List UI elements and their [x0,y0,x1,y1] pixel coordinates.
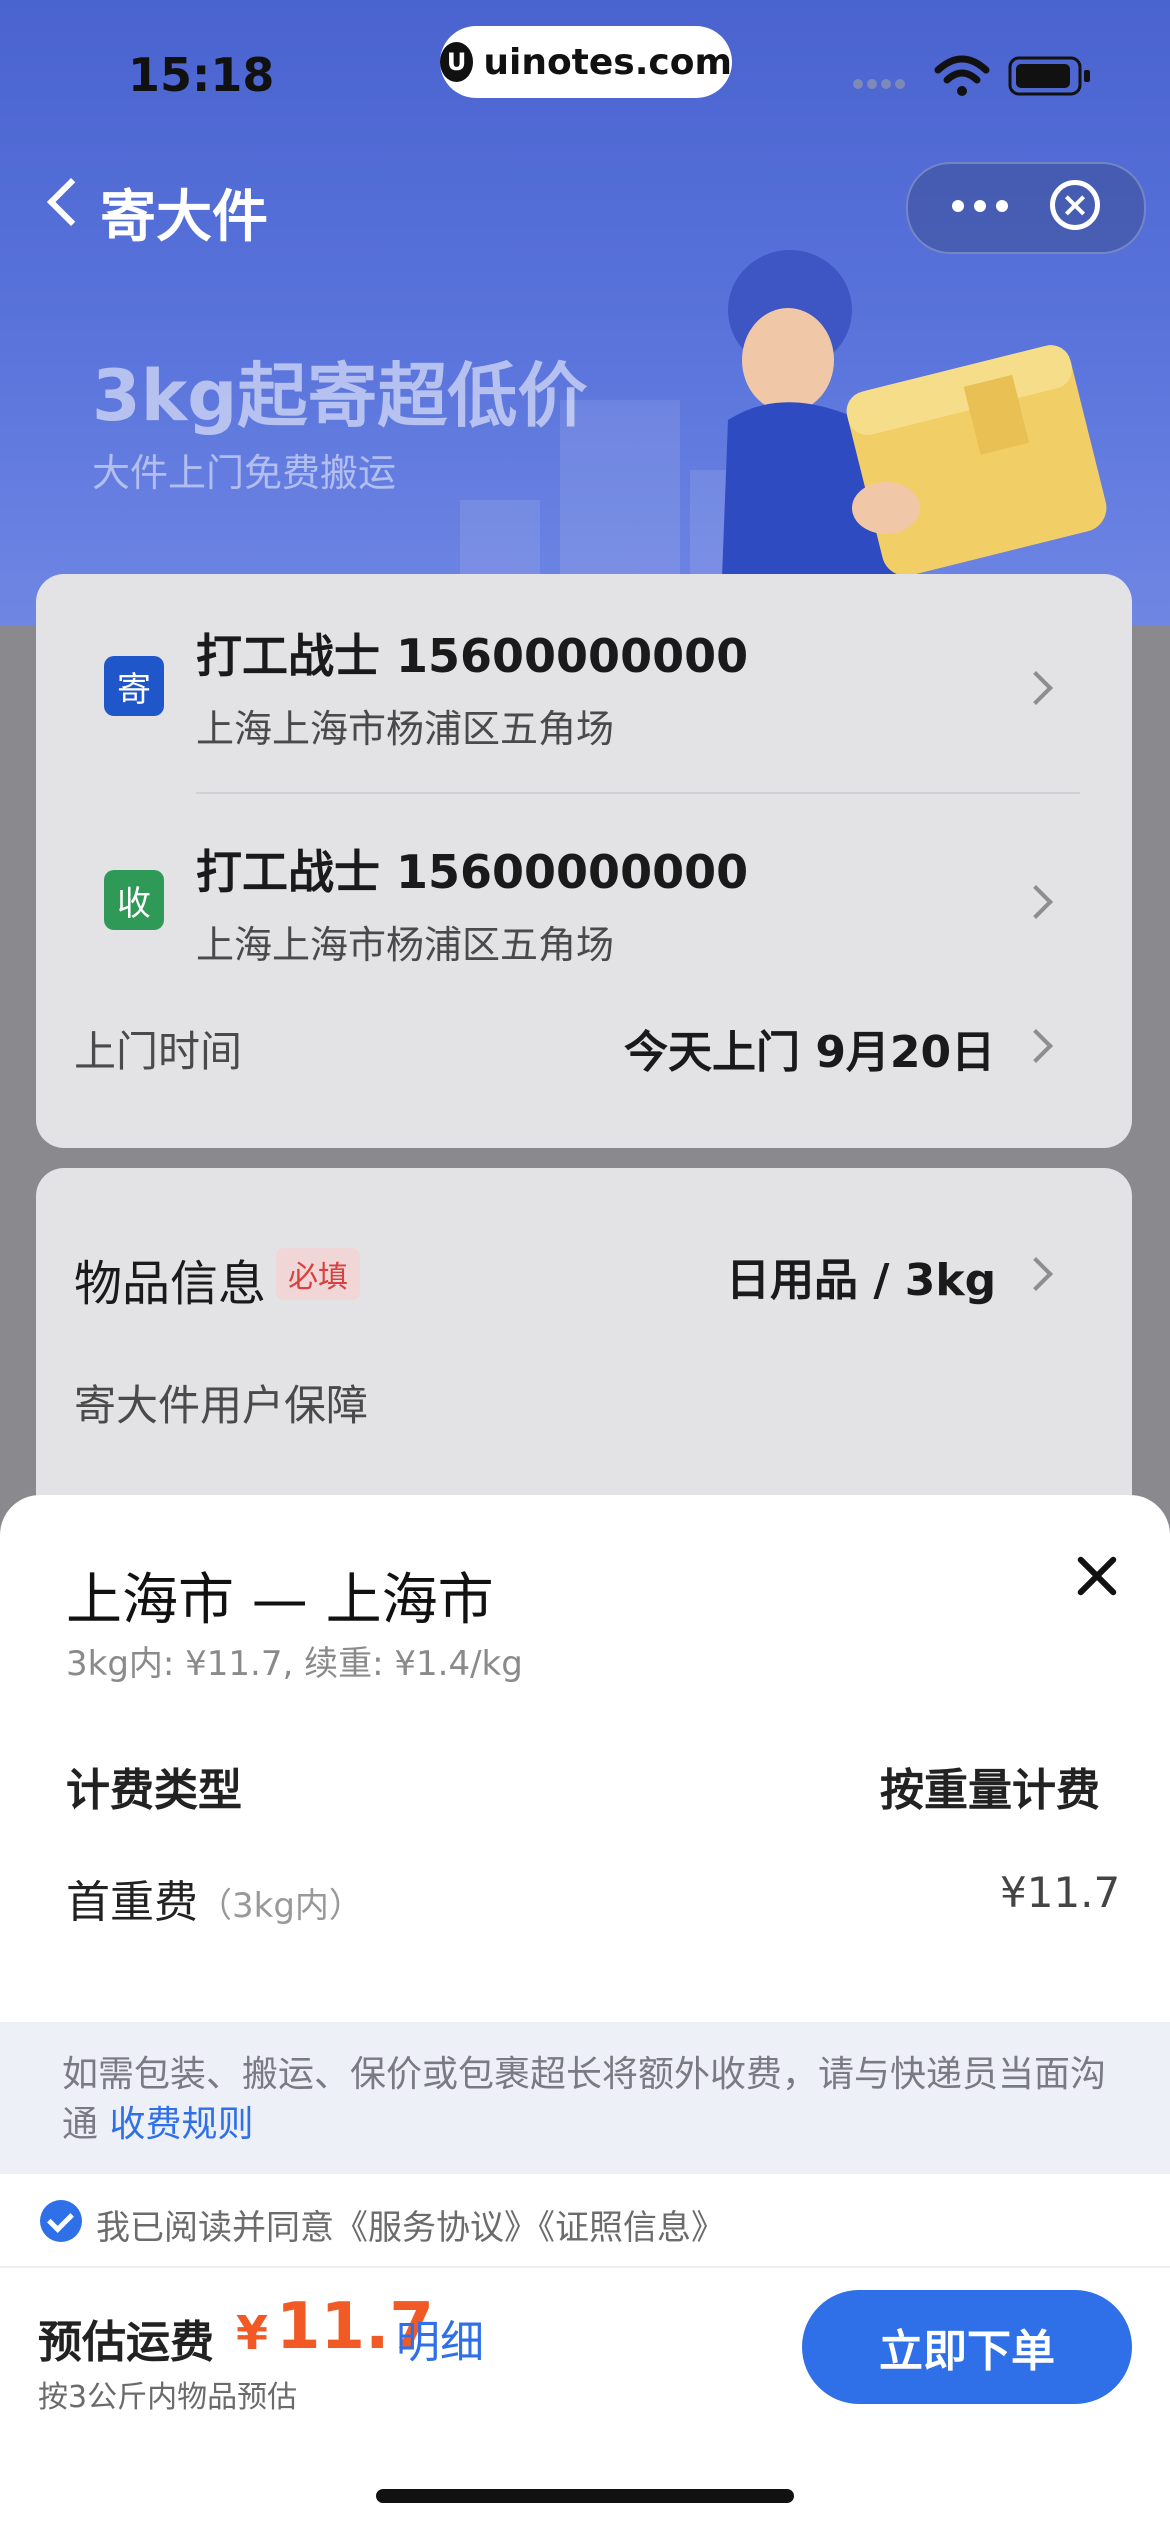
dot-icon [952,200,964,212]
place-order-button[interactable]: 立即下单 [802,2290,1132,2404]
pickup-time-value[interactable]: 今天上门 9月20日 [624,1016,995,1080]
page-title: 寄大件 [100,185,268,250]
billing-type-value: 按重量计费 [880,1765,1100,1816]
fee-rules-link[interactable]: 收费规则 [109,2104,253,2145]
receive-tag: 收 [104,870,164,930]
estimate-note: 按3公斤内物品预估 [38,2380,298,2415]
receiver-name[interactable]: 打工战士 15600000000 [196,836,748,902]
fee-notice: 如需包装、搬运、保价或包裹超长将额外收费，请与快递员当面沟通 收费规则 [62,2050,1122,2150]
item-info-value[interactable]: 日用品 / 3kg [726,1244,996,1308]
back-button[interactable] [40,175,90,235]
item-info-label: 物品信息 [74,1256,267,1312]
billing-type-label: 计费类型 [66,1765,242,1816]
fee-label-text: 首重费 [66,1877,198,1928]
promo-subline: 大件上门免费搬运 [92,451,397,495]
close-miniapp-button[interactable]: × [1050,180,1100,230]
agreement-text[interactable]: 我已阅读并同意《服务协议》《证照信息》 [96,2200,725,2249]
url-text: uinotes.com [483,41,732,83]
sheet-rate-subtitle: 3kg内: ¥11.7, 续重: ¥1.4/kg [66,1644,523,1684]
sender-address[interactable]: 上海上海市杨浦区五角场 [196,698,614,753]
wifi-icon [934,55,990,96]
dot-icon [974,200,986,212]
sheet-route-title: 上海市 — 上海市 [66,1568,494,1633]
status-time: 15:18 [128,48,275,102]
fee-note: （3kg内） [198,1886,363,1926]
agree-checkbox[interactable] [40,2200,82,2242]
close-icon[interactable] [1068,1548,1124,1604]
signal-icon [853,79,905,89]
first-weight-fee-label: 首重费（3kg内） [66,1866,363,1930]
required-badge: 必填 [276,1248,360,1300]
promo-headline: 3kg起寄超低价 [92,355,588,437]
pickup-time-label: 上门时间 [74,1027,243,1076]
url-pill: U uinotes.com [440,26,732,98]
divider [0,2266,1170,2268]
guarantee-label[interactable]: 寄大件用户保障 [74,1372,368,1433]
divider [196,792,1080,794]
first-weight-fee-value: ¥11.7 [1000,1868,1121,1917]
receiver-address[interactable]: 上海上海市杨浦区五角场 [196,914,614,969]
price-detail-link[interactable]: 明细 [396,2306,484,2370]
dot-icon [996,200,1008,212]
battery-icon [1008,56,1090,96]
send-tag: 寄 [104,656,164,716]
uinotes-logo-icon: U [440,42,474,82]
estimated-fee-label: 预估运费 [38,2317,214,2368]
more-button[interactable] [930,180,1030,232]
courier-illustration [720,250,1107,630]
sender-name[interactable]: 打工战士 15600000000 [196,620,748,686]
item-info-card [36,1168,1132,1528]
currency-symbol: ¥ [236,2306,269,2360]
home-indicator [376,2489,794,2503]
